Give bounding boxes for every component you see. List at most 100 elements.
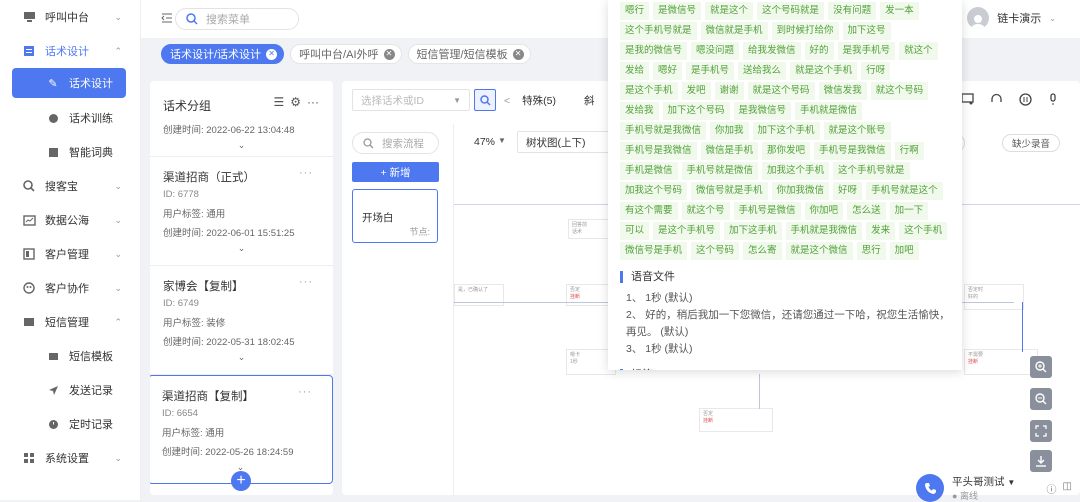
filter-pill-missing-recording[interactable]: 缺少录音 xyxy=(1002,134,1061,152)
script-name: 渠道招商（正式） xyxy=(163,172,255,184)
more-icon[interactable]: ··· xyxy=(299,167,313,179)
keyword-tag: 就这个号码 xyxy=(870,82,929,100)
flow-node[interactable]: 否定 挂断 xyxy=(699,408,773,432)
keyword-tag: 有这个需要 xyxy=(620,202,678,220)
sidebar-item-sms-management[interactable]: 短信管理 ⌃ xyxy=(0,305,140,339)
search-button[interactable] xyxy=(474,89,496,111)
sidebar-item-label: 智能词典 xyxy=(69,147,113,159)
keyword-tag: 就这个 xyxy=(899,42,938,60)
sidebar-item-system-settings[interactable]: 系统设置 ⌄ xyxy=(0,441,140,475)
search-placeholder: 搜索菜单 xyxy=(206,14,250,26)
sidebar-item-label: 话术训练 xyxy=(69,113,113,125)
keyword-tag: 嗯好 xyxy=(653,62,683,80)
softphone-widget[interactable]: 平头哥测试 ▼ ● 离线 xyxy=(916,474,1015,502)
cast-icon[interactable] xyxy=(961,93,974,109)
sidebar-item-search-customer[interactable]: 搜客宝 ⌄ xyxy=(0,169,140,203)
settings-icon xyxy=(22,451,36,465)
keyword-tag: 微信是手机 xyxy=(700,142,759,160)
keyword-tag: 这个手机 xyxy=(899,222,948,240)
script-list-panel: 话术分组 ☰ ⚙ ··· 创建时间: 2022-06-22 13:04:48 ⌄ 渠… xyxy=(150,81,333,495)
more-icon[interactable]: ··· xyxy=(299,276,313,288)
script-id: ID: 6749 xyxy=(163,298,199,309)
add-flow-button[interactable]: + 新增 xyxy=(352,162,439,182)
audio-item[interactable]: 2、 好的，稍后我加一下您微信，还请您通过一下哈，祝您生活愉快，再见。 (默认) xyxy=(626,307,950,341)
script-card[interactable]: 家博会【复制】 ··· ID: 6749 用户标签: 装修 创建时间: 2022… xyxy=(150,266,333,375)
microphone-icon[interactable] xyxy=(1048,93,1058,109)
flow-node-opening[interactable]: 开场白 节点: xyxy=(352,189,438,243)
tab-sms-template[interactable]: 短信管理/短信模板 ✕ xyxy=(407,44,531,64)
script-tag: 用户标签: 通用 xyxy=(163,209,226,220)
script-card[interactable]: 渠道招商（正式） ··· ID: 6778 用户标签: 通用 创建时间: 202… xyxy=(150,157,333,266)
more-icon[interactable]: ··· xyxy=(298,386,312,398)
close-icon[interactable]: ✕ xyxy=(383,48,395,60)
sidebar-item-data-pool[interactable]: 数据公海 ⌄ xyxy=(0,203,140,237)
close-icon[interactable]: ✕ xyxy=(512,48,524,60)
keyword-tag: 加下这个手机 xyxy=(752,122,820,140)
sort-icon[interactable]: ☰ xyxy=(273,95,284,109)
chevron-down-icon[interactable]: ⌄ xyxy=(163,140,320,151)
book-icon xyxy=(46,145,60,159)
chevron-left-icon[interactable]: < xyxy=(504,95,510,107)
category-label-next: 斜 xyxy=(583,95,595,107)
flow-node[interactable]: 不需要 挂断 xyxy=(964,349,1038,375)
category-crumb[interactable]: < 特殊(5) 斜 xyxy=(504,93,594,108)
sidebar-item-send-record[interactable]: 发送记录 xyxy=(0,373,140,407)
keyword-tag: 手机就是微信 xyxy=(795,102,863,120)
menu-collapse-icon[interactable] xyxy=(161,12,173,27)
audio-item[interactable]: 1、 1秒 (默认) xyxy=(626,290,950,307)
download-button[interactable] xyxy=(1030,450,1052,472)
user-menu[interactable]: 链卡演示 ⌄ xyxy=(967,7,1056,29)
menu-search-input[interactable]: 搜索菜单 xyxy=(175,8,299,30)
headset-icon[interactable] xyxy=(990,93,1003,109)
keyword-tag: 就是这个账号 xyxy=(823,122,891,140)
chevron-down-icon[interactable]: ⌄ xyxy=(163,243,320,254)
sidebar-item-label: 客户协作 xyxy=(45,283,89,295)
zoom-out-button[interactable] xyxy=(1030,388,1052,410)
flow-search-input[interactable]: 搜索流程 xyxy=(352,132,439,154)
flow-connector xyxy=(759,374,760,409)
flow-node[interactable]: 否定时 好的 xyxy=(964,284,1024,310)
keyword-tag: 手机号就是这个 xyxy=(866,182,943,200)
zoom-in-button[interactable] xyxy=(1030,356,1052,378)
keyword-tag: 怎么送 xyxy=(847,202,886,220)
sidebar-item-script-training[interactable]: 话术训练 xyxy=(0,101,140,135)
script-select[interactable]: 选择话术或ID ▼ xyxy=(352,89,470,111)
sidebar-item-scheduled-record[interactable]: 定时记录 xyxy=(0,407,140,441)
keyword-tag: 是我手机号 xyxy=(837,42,896,60)
zoom-control[interactable]: 47% xyxy=(474,136,495,148)
keyword-tag: 手机号是我微信 xyxy=(814,142,891,160)
window-icon[interactable]: ◫ xyxy=(1063,481,1072,496)
sidebar-item-sms-template[interactable]: 短信模板 xyxy=(0,339,140,373)
gear-icon[interactable]: ⚙ xyxy=(290,95,301,109)
keyword-tag: 送给我么 xyxy=(738,62,787,80)
sidebar-item-script-design[interactable]: 话术设计 ⌃ xyxy=(0,34,140,68)
label-section-title: 标签 xyxy=(620,369,950,370)
sidebar-item-script-design-sub[interactable]: ✎ 话术设计 xyxy=(12,68,126,98)
tab-script-design[interactable]: 话术设计/话术设计 ✕ xyxy=(161,44,285,64)
node-title: 开场白 xyxy=(362,212,394,224)
sidebar-item-label: 话术设计 xyxy=(69,78,113,90)
fullscreen-button[interactable] xyxy=(1030,420,1052,442)
keyword-tag: 是这个手机号 xyxy=(653,222,721,240)
add-script-button[interactable]: + xyxy=(231,471,251,491)
chevron-down-icon[interactable]: ⌄ xyxy=(163,352,320,363)
sidebar-item-customer-management[interactable]: 客户管理 ⌄ xyxy=(0,237,140,271)
script-card-selected[interactable]: 渠道招商【复制】 ··· ID: 6654 用户标签: 通用 创建时间: 202… xyxy=(150,375,333,484)
info-icon[interactable]: ⓘ xyxy=(1047,481,1057,496)
keyword-tag: 思行 xyxy=(856,242,886,260)
sidebar-item-customer-collab[interactable]: 客户协作 ⌄ xyxy=(0,271,140,305)
close-icon[interactable]: ✕ xyxy=(266,48,278,60)
more-icon[interactable]: ··· xyxy=(307,95,319,109)
sidebar-item-call-center[interactable]: 呼叫中台 ⌄ xyxy=(0,0,140,34)
layout-select[interactable]: 树状图(上下) xyxy=(517,131,612,153)
filter-pill-label: 缺少录音 xyxy=(1012,139,1051,150)
audio-item[interactable]: 3、 1秒 (默认) xyxy=(626,341,950,358)
keyword-tag: 就是这个号码 xyxy=(747,82,815,100)
sidebar-item-smart-dictionary[interactable]: 智能词典 xyxy=(0,135,140,169)
phone-icon[interactable] xyxy=(916,474,944,502)
keyword-tag: 加一下 xyxy=(889,202,929,220)
chevron-up-icon: ⌃ xyxy=(114,45,122,56)
sidebar-item-label: 搜客宝 xyxy=(45,181,78,193)
audio-icon[interactable] xyxy=(1019,93,1032,109)
tab-ai-outbound[interactable]: 呼叫中台/AI外呼 ✕ xyxy=(290,44,402,64)
